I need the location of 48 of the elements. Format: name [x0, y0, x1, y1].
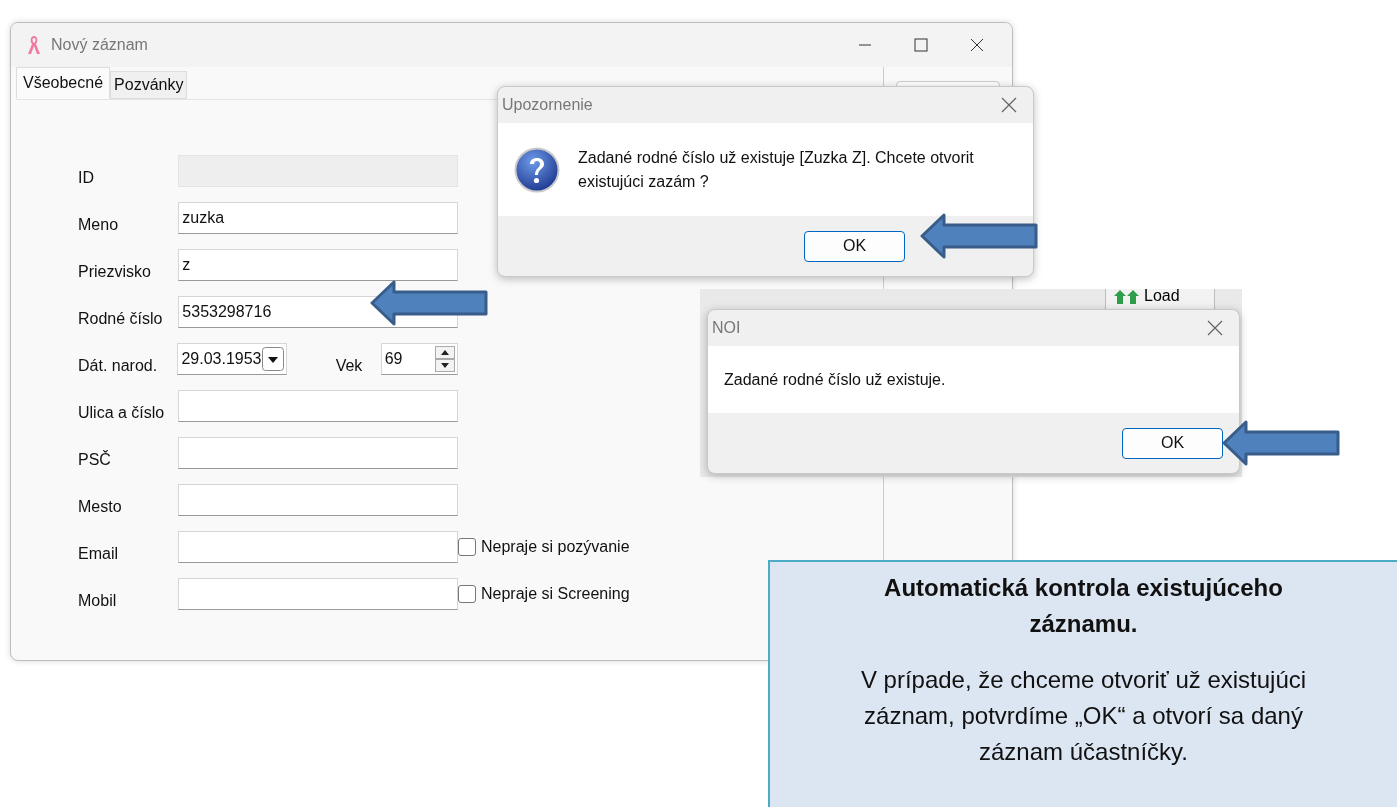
- dialog-message: Zadané rodné číslo už existuje.: [724, 369, 946, 390]
- checkbox[interactable]: [458, 537, 476, 556]
- arrows-icon: [1114, 289, 1140, 304]
- field-label: Mesto: [78, 496, 123, 516]
- ok-button[interactable]: OK: [1122, 427, 1223, 459]
- field-label: Ulica a číslo: [78, 402, 166, 422]
- maximize-icon[interactable]: [914, 38, 928, 52]
- input-field[interactable]: z: [178, 248, 458, 281]
- load-button[interactable]: Load: [1105, 289, 1215, 311]
- spin-arrows-icon[interactable]: [435, 345, 455, 372]
- dialog-message: Zadané rodné číslo už existuje [Zuzka Z]. Chcete otvorit existujúci zazám ?: [578, 147, 975, 192]
- callout-text: V prípade, že chceme otvoriť už existujúci záznam, potvrdíme „OK“ a otvorí sa daný záznam účastníčky.: [859, 665, 1308, 767]
- input-field[interactable]: [178, 436, 458, 469]
- field-label: Dát. narod.: [78, 355, 159, 375]
- window-title: Nový záznam: [51, 36, 148, 54]
- checkbox-label: Nepraje si Screening: [481, 584, 630, 603]
- close-icon[interactable]: [1207, 320, 1223, 336]
- field-label: ID: [78, 167, 95, 187]
- field-label: Rodné číslo: [78, 308, 164, 328]
- field-label: Email: [78, 543, 119, 563]
- field-label: PSČ: [78, 449, 112, 469]
- close-icon[interactable]: [1001, 97, 1017, 113]
- question-icon: [514, 146, 560, 193]
- ribbon-icon: [27, 35, 41, 55]
- field-label: Mobil: [78, 590, 118, 610]
- field-label: Priezvisko: [78, 261, 152, 281]
- tab[interactable]: Pozvánky: [110, 71, 188, 99]
- input-field[interactable]: [178, 577, 458, 610]
- dropdown-icon[interactable]: [261, 346, 284, 371]
- input-field[interactable]: zuzka: [178, 201, 458, 234]
- input-field[interactable]: [178, 483, 458, 516]
- checkbox[interactable]: [458, 584, 476, 603]
- left-arrow-icon: [1222, 420, 1340, 466]
- dialog-title: Upozornenie: [502, 96, 593, 114]
- tab[interactable]: Všeobecné: [16, 67, 111, 99]
- date-picker[interactable]: 29.03.1953: [177, 342, 287, 375]
- field-label: Meno: [78, 214, 120, 234]
- checkbox-label: Nepraje si pozývanie: [481, 537, 630, 556]
- ok-button[interactable]: OK: [804, 230, 905, 262]
- dialog-title: NOI: [712, 319, 741, 337]
- input-field[interactable]: [178, 389, 458, 422]
- input-field[interactable]: [178, 530, 458, 563]
- left-arrow-icon: [370, 280, 488, 326]
- field-label: Vek: [335, 355, 364, 375]
- close-icon[interactable]: [970, 38, 984, 52]
- left-arrow-icon: [920, 213, 1038, 259]
- spinner-field[interactable]: 69: [380, 342, 458, 375]
- callout-title: Automatická kontrola existujúceho záznamu.: [883, 573, 1284, 639]
